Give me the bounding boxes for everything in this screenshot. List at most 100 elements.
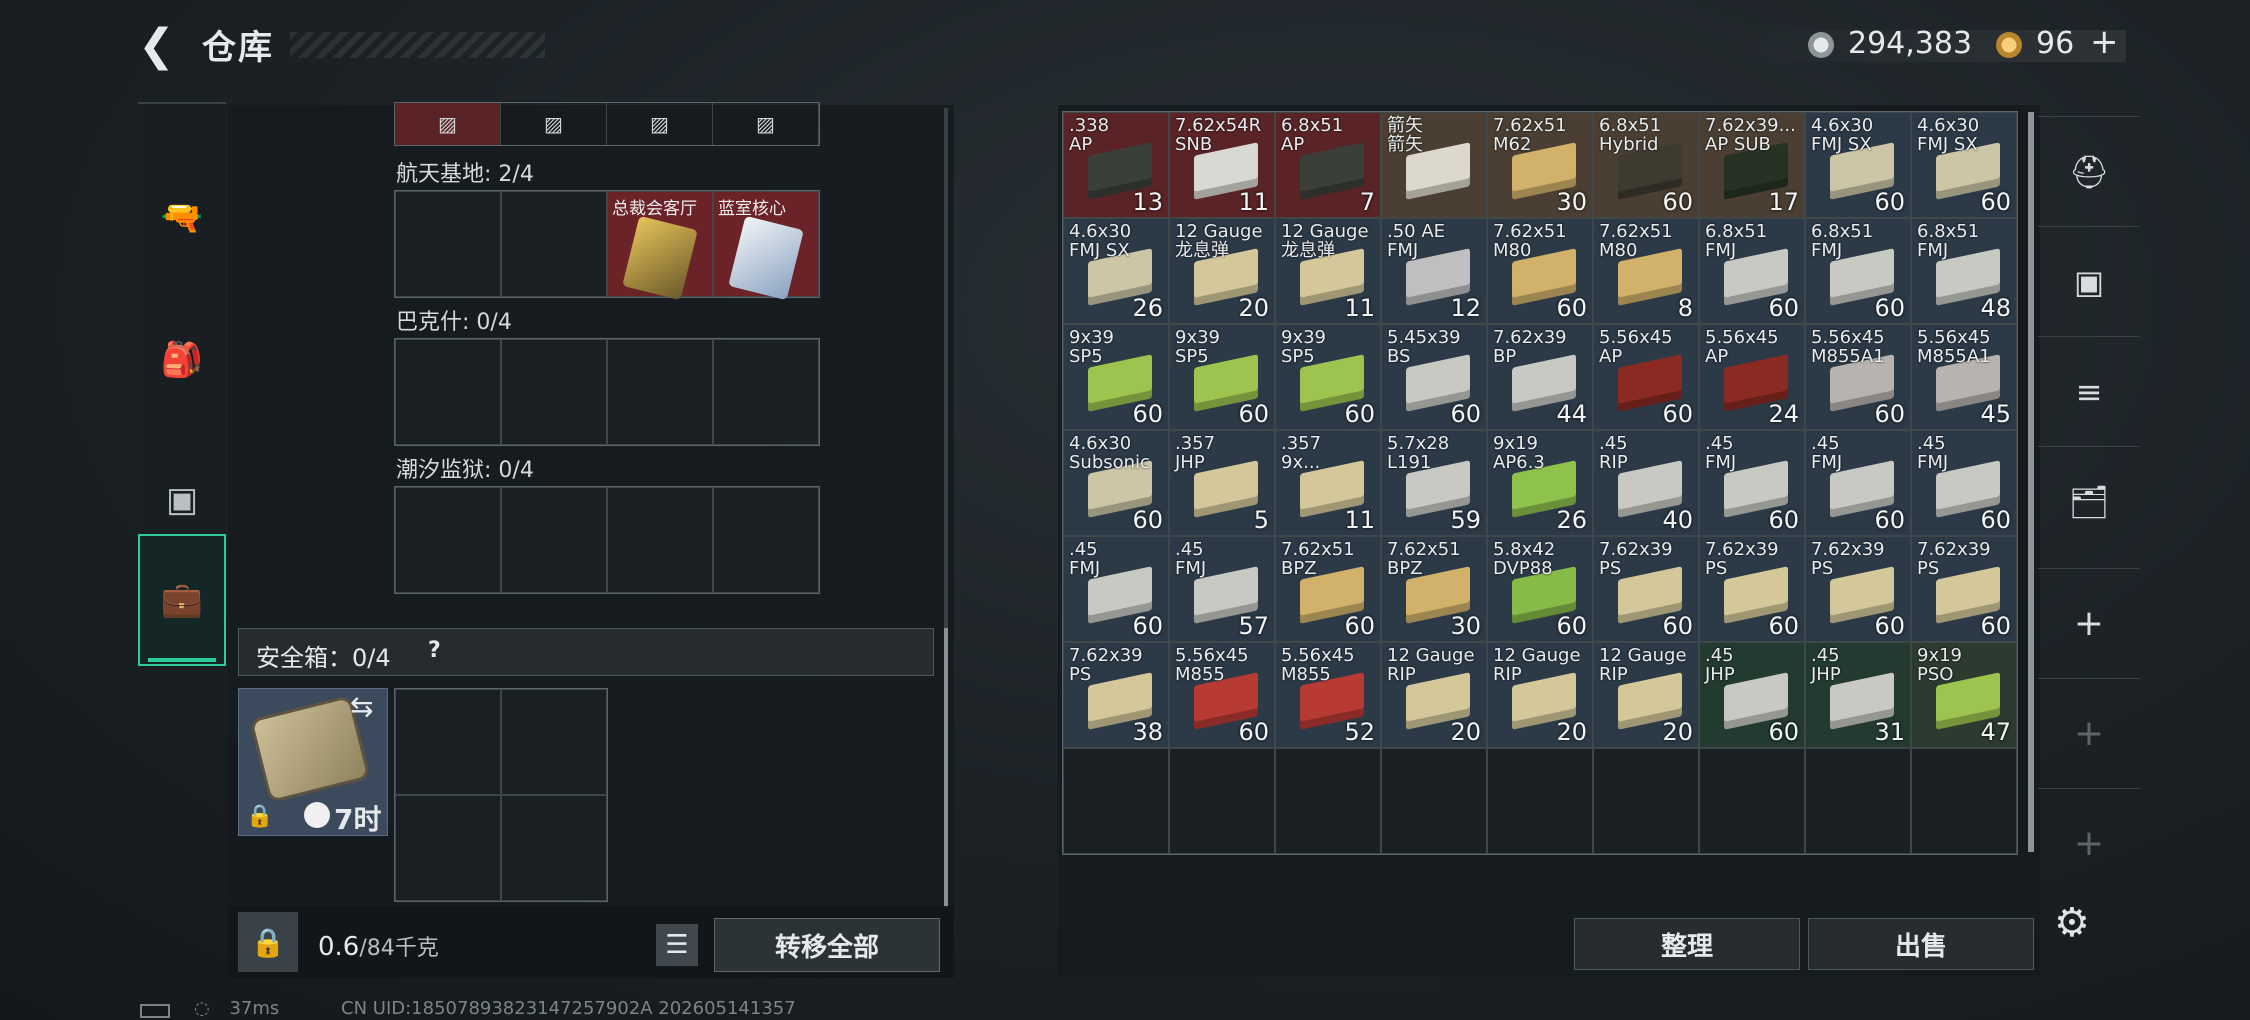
keycard-slot[interactable]: 蓝室核心	[713, 191, 819, 301]
keycard-slot[interactable]: 总裁会客厅	[607, 191, 713, 301]
briefcase-icon[interactable]: 💼	[138, 534, 226, 666]
stash-item[interactable]: 12 Gauge RIP 20	[1381, 642, 1487, 748]
pistol-icon[interactable]: 🔫	[138, 152, 226, 284]
stash-item[interactable]: 9x19 AP6.3 26	[1487, 430, 1593, 536]
empty-slot[interactable]	[1911, 748, 2017, 854]
plus-icon[interactable]: +	[2038, 788, 2140, 898]
stash-item[interactable]: 5.56x45 M855 52	[1275, 642, 1381, 748]
stash-item[interactable]: 5.56x45 AP 24	[1699, 324, 1805, 430]
grid-slot[interactable]	[395, 339, 501, 445]
empty-slot[interactable]	[1381, 748, 1487, 854]
transfer-all-button[interactable]: 转移全部	[714, 918, 940, 972]
empty-slot[interactable]	[1593, 748, 1699, 854]
stash-item[interactable]: 4.6x30 FMJ SX 60	[1805, 112, 1911, 218]
grid-slot[interactable]	[395, 487, 501, 593]
stash-item[interactable]: 12 Gauge 龙息弹 11	[1275, 218, 1381, 324]
stash-item[interactable]: 5.8x42 DVP88 60	[1487, 536, 1593, 642]
stash-item[interactable]: 5.56x45 M855A1 45	[1911, 324, 2017, 430]
stash-item[interactable]: 箭矢 箭矢	[1381, 112, 1487, 218]
stash-item[interactable]: .357 9x... 11	[1275, 430, 1381, 536]
swap-icon[interactable]: ⇆	[350, 690, 373, 723]
add-storage-icon[interactable]: ▣	[2038, 226, 2140, 336]
stash-item[interactable]: .45 FMJ 60	[1911, 430, 2017, 536]
rifle-rack-icon[interactable]: ≡	[2038, 336, 2140, 446]
stash-item[interactable]: 7.62x39 BP 44	[1487, 324, 1593, 430]
weight-lock-icon[interactable]: 🔒	[238, 912, 298, 972]
stash-item[interactable]: 5.56x45 M855 60	[1169, 642, 1275, 748]
grid-slot[interactable]	[607, 339, 713, 445]
grid-slot[interactable]	[501, 487, 607, 593]
stash-item[interactable]: .338 AP 13	[1063, 112, 1169, 218]
grid-slot[interactable]	[501, 689, 607, 795]
empty-slot[interactable]	[1487, 748, 1593, 854]
grid-slot[interactable]	[501, 795, 607, 901]
stash-item[interactable]: 4.6x30 FMJ SX 60	[1911, 112, 2017, 218]
stash-item[interactable]: 9x39 SP5 60	[1169, 324, 1275, 430]
stash-item[interactable]: 5.56x45 AP 60	[1593, 324, 1699, 430]
stash-item[interactable]: 7.62x54R SNB 11	[1169, 112, 1275, 218]
stash-item[interactable]: .50 AE FMJ 12	[1381, 218, 1487, 324]
stash-item[interactable]: 6.8x51 FMJ 60	[1699, 218, 1805, 324]
stash-item[interactable]: 7.62x39 PS 60	[1699, 536, 1805, 642]
empty-slot[interactable]	[1699, 748, 1805, 854]
slot[interactable]: ▨	[607, 103, 713, 145]
stash-item[interactable]: 9x39 SP5 60	[1275, 324, 1381, 430]
stash-item[interactable]: 4.6x30 FMJ SX 26	[1063, 218, 1169, 324]
backpack-icon[interactable]: 🎒	[138, 294, 226, 426]
stash-scrollbar[interactable]	[2028, 112, 2034, 852]
stash-item[interactable]: 7.62x39 PS 38	[1063, 642, 1169, 748]
gear-icon[interactable]: ⚙	[2054, 900, 2090, 946]
stash-item[interactable]: 5.7x28 L191 59	[1381, 430, 1487, 536]
stash-item[interactable]: 9x19 PSO 47	[1911, 642, 2017, 748]
stash-item[interactable]: 12 Gauge RIP 20	[1487, 642, 1593, 748]
organize-button[interactable]: 整理	[1574, 918, 1800, 970]
stash-item[interactable]: .45 JHP 60	[1699, 642, 1805, 748]
stash-item[interactable]: 7.62x39... AP SUB 17	[1699, 112, 1805, 218]
grid-slot[interactable]	[607, 487, 713, 593]
grid-slot[interactable]	[395, 795, 501, 901]
grid-slot[interactable]	[501, 191, 607, 297]
grid-slot[interactable]	[713, 487, 819, 593]
plus-icon[interactable]: +	[2038, 568, 2140, 678]
help-icon[interactable]: ?	[428, 638, 441, 663]
grid-slot[interactable]	[501, 339, 607, 445]
stash-item[interactable]: 7.62x39 PS 60	[1593, 536, 1699, 642]
empty-slot[interactable]	[1063, 748, 1169, 854]
empty-slot[interactable]	[1805, 748, 1911, 854]
slot[interactable]: ▨	[713, 103, 819, 145]
stash-item[interactable]: .45 FMJ 60	[1063, 536, 1169, 642]
stash-item[interactable]: 6.8x51 Hybrid 60	[1593, 112, 1699, 218]
stash-item[interactable]: 6.8x51 AP 7	[1275, 112, 1381, 218]
stash-item[interactable]: .45 RIP 40	[1593, 430, 1699, 536]
stash-item[interactable]: 7.62x51 BPZ 60	[1275, 536, 1381, 642]
add-currency-button[interactable]: +	[2090, 22, 2119, 62]
grid-slot[interactable]	[713, 339, 819, 445]
back-arrow-icon[interactable]: ❮	[138, 24, 178, 68]
stash-item[interactable]: 6.8x51 FMJ 60	[1805, 218, 1911, 324]
folder-icon[interactable]: 🗂	[2038, 446, 2140, 556]
helmet-icon[interactable]: ⛑	[2038, 116, 2140, 226]
scrollbar-thumb[interactable]	[944, 628, 948, 908]
stash-item[interactable]: 12 Gauge 龙息弹 20	[1169, 218, 1275, 324]
stash-item[interactable]: 12 Gauge RIP 20	[1593, 642, 1699, 748]
empty-slot[interactable]	[1275, 748, 1381, 854]
plus-icon[interactable]: +	[2038, 678, 2140, 788]
sell-button[interactable]: 出售	[1808, 918, 2034, 970]
grid-slot[interactable]	[395, 689, 501, 795]
stash-item[interactable]: 5.45x39 BS 60	[1381, 324, 1487, 430]
stash-item[interactable]: 7.62x51 M80 8	[1593, 218, 1699, 324]
stash-item[interactable]: 4.6x30 Subsonic 60	[1063, 430, 1169, 536]
slot[interactable]: ▨	[501, 103, 607, 145]
grid-slot[interactable]	[395, 191, 501, 297]
stash-item[interactable]: 7.62x51 BPZ 30	[1381, 536, 1487, 642]
stash-item[interactable]: .45 FMJ 57	[1169, 536, 1275, 642]
stash-item[interactable]: 5.56x45 M855A1 60	[1805, 324, 1911, 430]
stash-item[interactable]: 7.62x51 M62 30	[1487, 112, 1593, 218]
stash-item[interactable]: .357 JHP 5	[1169, 430, 1275, 536]
stash-item[interactable]: 6.8x51 FMJ 48	[1911, 218, 2017, 324]
stash-item[interactable]: .45 FMJ 60	[1699, 430, 1805, 536]
stash-item[interactable]: .45 FMJ 60	[1805, 430, 1911, 536]
stash-item[interactable]: 7.62x51 M80 60	[1487, 218, 1593, 324]
stash-item[interactable]: 7.62x39 PS 60	[1805, 536, 1911, 642]
stash-item[interactable]: 7.62x39 PS 60	[1911, 536, 2017, 642]
